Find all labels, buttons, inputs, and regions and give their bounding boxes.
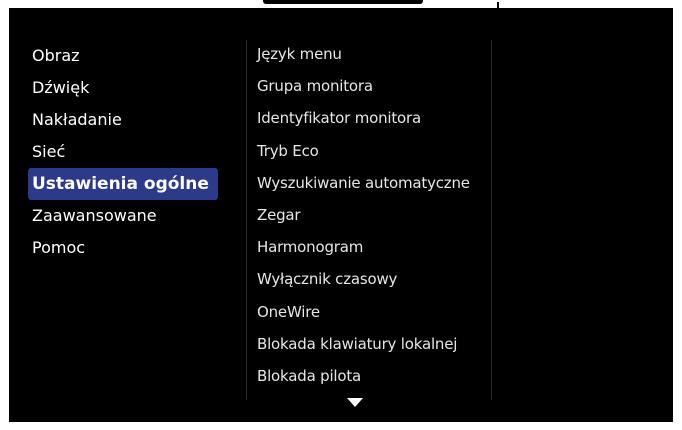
submenu-item-harmonogram[interactable]: Harmonogram <box>257 231 497 263</box>
main-menu-item-ustawienia-ogolne[interactable]: Ustawienia ogólne <box>28 168 218 200</box>
top-strip <box>0 0 682 8</box>
submenu-item-tryb-eco[interactable]: Tryb Eco <box>257 135 497 167</box>
main-menu-item-zaawansowane[interactable]: Zaawansowane <box>28 200 228 232</box>
submenu-item-blokada-pilota[interactable]: Blokada pilota <box>257 360 497 392</box>
column-divider-left <box>246 40 247 400</box>
chevron-down-icon[interactable] <box>347 398 363 407</box>
submenu-item-blokada-klawiatury-lokalnej[interactable]: Blokada klawiatury lokalnej <box>257 328 497 360</box>
main-menu-item-dzwiek[interactable]: Dźwięk <box>28 72 228 104</box>
submenu-item-wylacznik-czasowy[interactable]: Wyłącznik czasowy <box>257 263 497 295</box>
submenu-item-onewire[interactable]: OneWire <box>257 296 497 328</box>
submenu-list: Język menu Grupa monitora Identyfikator … <box>257 38 497 392</box>
main-menu-item-pomoc[interactable]: Pomoc <box>28 232 228 264</box>
main-menu-item-obraz[interactable]: Obraz <box>28 40 228 72</box>
cropped-title-fragment <box>263 0 423 4</box>
submenu-item-grupa-monitora[interactable]: Grupa monitora <box>257 70 497 102</box>
main-menu: Obraz Dźwięk Nakładanie Sieć Ustawienia … <box>28 40 228 264</box>
main-menu-item-nakladanie[interactable]: Nakładanie <box>28 104 228 136</box>
submenu-item-wyszukiwanie-automatyczne[interactable]: Wyszukiwanie automatyczne <box>257 167 497 199</box>
submenu-item-identyfikator-monitora[interactable]: Identyfikator monitora <box>257 102 497 134</box>
submenu-item-zegar[interactable]: Zegar <box>257 199 497 231</box>
submenu-item-jezyk-menu[interactable]: Język menu <box>257 38 497 70</box>
main-menu-item-siec[interactable]: Sieć <box>28 136 228 168</box>
